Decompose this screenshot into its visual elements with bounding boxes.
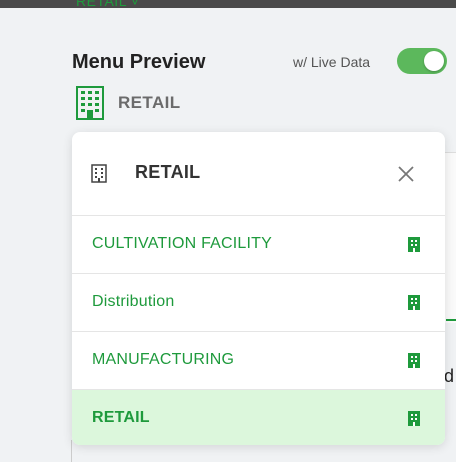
dropdown-item-manufacturing[interactable]: MANUFACTURING: [72, 332, 445, 390]
location-type-selector[interactable]: RETAIL: [76, 86, 181, 120]
building-icon: [408, 411, 420, 426]
dropdown-item-label: MANUFACTURING: [92, 351, 235, 368]
dropdown-item-label: RETAIL: [92, 409, 150, 426]
dropdown-item-distribution[interactable]: Distribution: [72, 274, 445, 332]
building-icon: [408, 353, 420, 368]
dropdown-item-label: CULTIVATION FACILITY: [92, 235, 273, 252]
live-data-toggle[interactable]: [397, 48, 447, 74]
building-icon: [76, 86, 104, 120]
building-icon: [408, 295, 420, 310]
building-icon: [408, 237, 420, 252]
dropdown-item-label: Distribution: [92, 293, 175, 310]
background-text-fragment: d: [444, 366, 455, 386]
dropdown-header: RETAIL: [72, 132, 445, 216]
background-accent-line: [446, 319, 456, 321]
dropdown-header-label: RETAIL: [135, 162, 201, 182]
toggle-knob: [424, 51, 444, 71]
building-icon: [91, 164, 107, 183]
dropdown-item-retail[interactable]: RETAIL: [72, 390, 445, 445]
location-type-dropdown: RETAIL CULTIVATION FACILITY Distribution…: [72, 132, 445, 445]
live-data-label: w/ Live Data: [293, 54, 371, 70]
page-title: Menu Preview: [72, 51, 206, 73]
close-icon[interactable]: [397, 165, 415, 183]
top-location-selector[interactable]: RETAIL ˅: [76, 0, 140, 9]
top-bar: [0, 0, 456, 8]
current-selection-label: RETAIL: [118, 93, 181, 112]
dropdown-item-cultivation-facility[interactable]: CULTIVATION FACILITY: [72, 216, 445, 274]
